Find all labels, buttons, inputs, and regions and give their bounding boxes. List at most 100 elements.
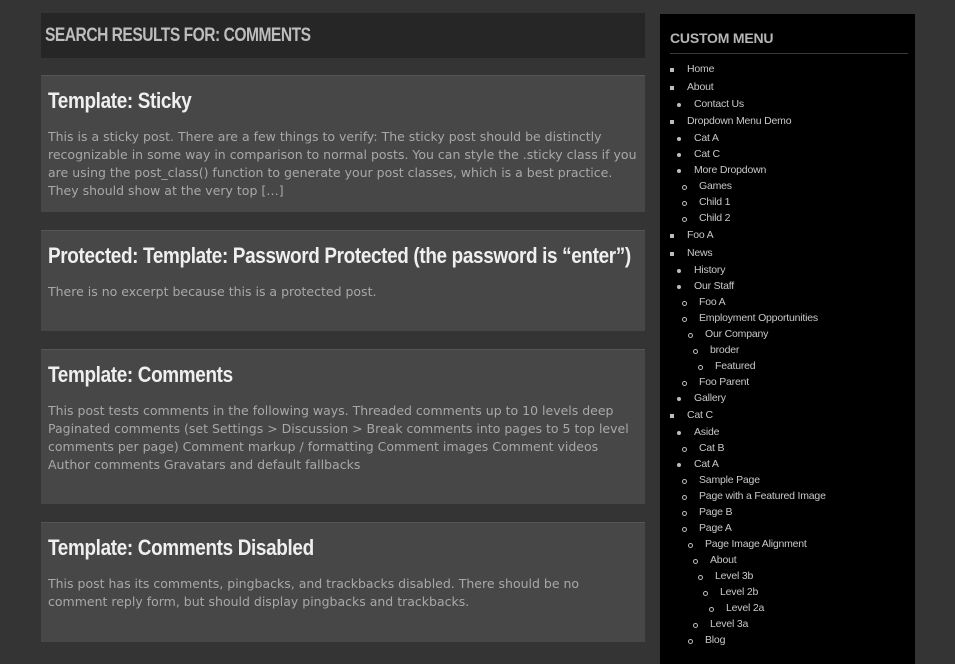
post-title-link[interactable]: Template: Comments Disabled — [48, 535, 555, 561]
menu-item-label[interactable]: Page B — [699, 506, 732, 518]
menu-item-label[interactable]: Level 3a — [710, 618, 748, 630]
main-content: SEARCH RESULTS FOR: COMMENTS — [41, 13, 645, 58]
menu-item[interactable]: Gallery — [677, 392, 726, 404]
menu-item-label[interactable]: Foo Parent — [699, 376, 749, 388]
post-card: Template: Sticky This is a sticky post. … — [41, 75, 645, 212]
menu-bullet-icon — [677, 103, 681, 107]
menu-item-label[interactable]: Home — [687, 63, 714, 75]
menu-item-label[interactable]: About — [687, 81, 714, 93]
menu-item-label[interactable]: Sample Page — [699, 474, 760, 486]
menu-item-label[interactable]: Games — [699, 180, 732, 192]
post-card: Template: Comments This post tests comme… — [41, 349, 645, 504]
menu-item-label[interactable]: History — [694, 264, 725, 276]
menu-item-label[interactable]: Child 2 — [699, 212, 730, 224]
menu-item[interactable]: Cat A — [677, 132, 719, 144]
menu-item-label[interactable]: broder — [710, 344, 739, 356]
menu-item-label[interactable]: Aside — [694, 426, 719, 438]
menu-bullet-icon — [682, 217, 687, 222]
menu-item-label[interactable]: Contact Us — [694, 98, 744, 110]
menu-item-label[interactable]: Cat A — [694, 132, 719, 144]
menu-bullet-icon — [677, 463, 681, 467]
menu-item[interactable]: Page with a Featured Image — [682, 490, 826, 502]
menu-item[interactable]: Level 3a — [693, 618, 748, 630]
post-title-link[interactable]: Template: Sticky — [48, 88, 555, 114]
menu-item[interactable]: Our Company — [688, 328, 768, 340]
menu-bullet-icon — [693, 623, 698, 628]
menu-item-label[interactable]: Cat C — [694, 148, 720, 160]
menu-bullet-icon — [693, 559, 698, 564]
menu-item[interactable]: Employment Opportunities — [682, 312, 818, 324]
menu-item[interactable]: Cat C — [677, 148, 720, 160]
menu-item[interactable]: broder — [693, 344, 739, 356]
menu-item[interactable]: Foo A — [682, 296, 726, 308]
menu-item-label[interactable]: Foo A — [687, 229, 714, 241]
menu-item-label[interactable]: Dropdown Menu Demo — [687, 115, 792, 127]
menu-bullet-icon — [703, 591, 708, 596]
menu-item-label[interactable]: Gallery — [694, 392, 726, 404]
menu-item-label[interactable]: More Dropdown — [694, 164, 766, 176]
menu-item-label[interactable]: About — [710, 554, 737, 566]
menu-item[interactable]: Level 2a — [709, 602, 764, 614]
menu-item[interactable]: Foo A — [670, 229, 714, 241]
menu-item[interactable]: Aside — [677, 426, 719, 438]
menu-bullet-icon — [688, 543, 693, 548]
sidebar-custom-menu: CUSTOM MENU Home About Contact Us Dropdown … — [660, 13, 915, 664]
menu-bullet-icon — [677, 431, 681, 435]
menu-item[interactable]: Child 2 — [682, 212, 730, 224]
menu-bullet-icon — [682, 527, 687, 532]
menu-item-label[interactable]: Our Company — [705, 328, 768, 340]
post-title-link[interactable]: Protected: Template: Password Protected … — [48, 243, 631, 269]
post-title-link[interactable]: Template: Comments — [48, 362, 555, 388]
menu-item-label[interactable]: Level 3b — [715, 570, 753, 582]
menu-item-label[interactable]: Page A — [699, 522, 732, 534]
menu-item[interactable]: News — [670, 247, 713, 259]
menu-item-label[interactable]: Cat B — [699, 442, 724, 454]
menu-item[interactable]: Page A — [682, 522, 732, 534]
menu-item[interactable]: History — [677, 264, 725, 276]
menu-bullet-icon — [677, 153, 681, 157]
menu-item-label[interactable]: Cat A — [694, 458, 719, 470]
menu-bullet-icon — [682, 185, 687, 190]
menu-item[interactable]: Level 2b — [703, 586, 758, 598]
menu-bullet-icon — [677, 169, 681, 173]
menu-item[interactable]: Child 1 — [682, 196, 730, 208]
menu-item-label[interactable]: Featured — [715, 360, 756, 372]
menu-item[interactable]: Blog — [688, 634, 725, 646]
menu-bullet-icon — [670, 252, 674, 256]
menu-item-label[interactable]: Cat C — [687, 409, 713, 421]
menu-item[interactable]: Foo Parent — [682, 376, 749, 388]
menu-item[interactable]: More Dropdown — [677, 164, 766, 176]
menu-item-label[interactable]: Level 2b — [720, 586, 758, 598]
menu-item[interactable]: Page Image Alignment — [688, 538, 807, 550]
menu-item[interactable]: Dropdown Menu Demo — [670, 115, 792, 127]
menu-item[interactable]: Home — [670, 63, 714, 75]
menu-item[interactable]: About — [693, 554, 737, 566]
menu-bullet-icon — [682, 495, 687, 500]
menu-item[interactable]: Contact Us — [677, 98, 744, 110]
menu-item-label[interactable]: Employment Opportunities — [699, 312, 818, 324]
menu-item[interactable]: Sample Page — [682, 474, 760, 486]
menu-item[interactable]: Featured — [698, 360, 756, 372]
menu-item-label[interactable]: Page with a Featured Image — [699, 490, 826, 502]
menu-item[interactable]: About — [670, 81, 714, 93]
menu-item-label[interactable]: Child 1 — [699, 196, 730, 208]
menu-item-label[interactable]: News — [687, 247, 713, 259]
post-excerpt: There is no excerpt because this is a pr… — [48, 284, 377, 299]
menu-bullet-icon — [670, 86, 674, 90]
menu-item[interactable]: Cat A — [677, 458, 719, 470]
menu-item-label[interactable]: Page Image Alignment — [705, 538, 807, 550]
menu-item[interactable]: Cat C — [670, 409, 713, 421]
menu-item[interactable]: Our Staff — [677, 280, 734, 292]
menu-item[interactable]: Level 3b — [698, 570, 753, 582]
menu-bullet-icon — [670, 68, 674, 72]
menu-bullet-icon — [670, 120, 674, 124]
menu-item[interactable]: Cat B — [682, 442, 724, 454]
menu-item-label[interactable]: Level 2a — [726, 602, 764, 614]
menu-bullet-icon — [693, 349, 698, 354]
menu-bullet-icon — [677, 137, 681, 141]
menu-item[interactable]: Page B — [682, 506, 732, 518]
menu-item-label[interactable]: Our Staff — [694, 280, 734, 292]
menu-item[interactable]: Games — [682, 180, 732, 192]
menu-item-label[interactable]: Foo A — [699, 296, 726, 308]
menu-item-label[interactable]: Blog — [705, 634, 725, 646]
